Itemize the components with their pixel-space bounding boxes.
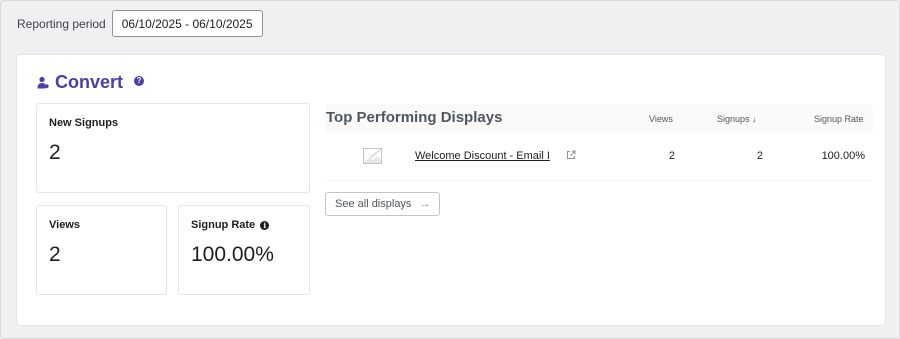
new-signups-card: New Signups 2 — [36, 103, 310, 193]
new-signups-value: 2 — [49, 141, 61, 164]
convert-header: Convert ? — [37, 72, 145, 93]
views-value: 2 — [49, 243, 61, 266]
row-views: 2 — [668, 150, 675, 162]
user-icon — [37, 76, 49, 89]
convert-title: Convert — [55, 72, 124, 92]
reporting-period-label: Reporting period — [17, 16, 106, 31]
info-icon[interactable]: i — [260, 220, 270, 230]
views-label: Views — [49, 219, 80, 231]
arrow-right-icon: → — [419, 198, 431, 210]
signup-rate-label-row: Signup Rate i — [191, 219, 270, 231]
views-card: Views 2 — [36, 205, 167, 295]
convert-panel: Convert ? New Signups 2 Views 2 Signup R… — [16, 54, 886, 326]
date-range-button[interactable]: 06/10/2025 - 06/10/2025 — [111, 10, 263, 37]
see-all-label: See all displays — [335, 198, 412, 210]
display-link[interactable]: Welcome Discount - Email I — [415, 150, 550, 162]
column-header-signup-rate: Signup Rate — [814, 114, 864, 124]
row-signup-rate: 100.00% — [821, 150, 865, 162]
column-header-signups[interactable]: Signups ↓ — [717, 114, 757, 124]
new-signups-label: New Signups — [49, 117, 119, 129]
see-all-displays-button[interactable]: See all displays → — [325, 192, 441, 216]
app-frame: Reporting period 06/10/2025 - 06/10/2025… — [0, 0, 900, 339]
table-row: Welcome Discount - Email I 2 2 100.00% — [325, 132, 873, 180]
signup-rate-label: Signup Rate — [191, 219, 256, 231]
column-header-views: Views — [649, 114, 673, 124]
reporting-period-filter: Reporting period 06/10/2025 - 06/10/2025 — [17, 10, 263, 37]
image-placeholder-icon — [363, 148, 382, 164]
external-link-icon[interactable] — [566, 150, 576, 160]
row-signups: 2 — [756, 150, 763, 162]
top-performing-displays: Top Performing Displays Views Signups ↓ … — [325, 104, 873, 182]
top-displays-title: Top Performing Displays — [326, 109, 503, 126]
help-icon[interactable]: ? — [134, 75, 145, 86]
signup-rate-card: Signup Rate i 100.00% — [178, 205, 310, 295]
signup-rate-value: 100.00% — [191, 243, 274, 266]
